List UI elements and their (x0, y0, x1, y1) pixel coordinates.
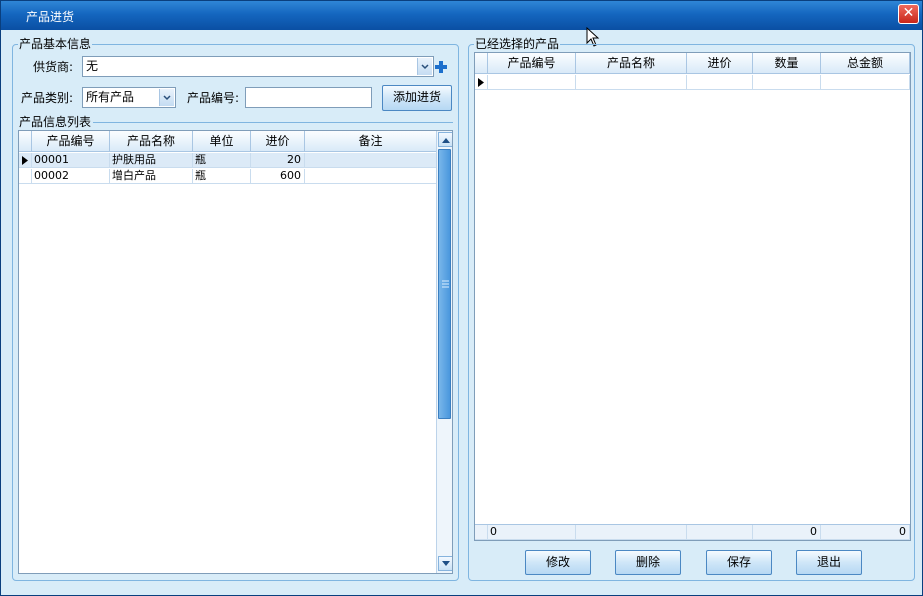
chevron-down-icon (441, 560, 450, 566)
cell-empty[interactable] (687, 75, 753, 90)
product-list-header: 产品编号 产品名称 单位 进价 备注 (19, 131, 437, 152)
row-pointer-icon (22, 155, 28, 165)
cell-product-code[interactable]: 00002 (32, 169, 110, 184)
cell-note[interactable] (305, 169, 437, 184)
supplier-select[interactable]: 无 (82, 56, 434, 77)
chevron-up-icon (441, 137, 450, 143)
delete-button[interactable]: 删除 (615, 550, 681, 575)
cell-note[interactable] (305, 153, 437, 168)
cell-product-name[interactable]: 护肤用品 (110, 153, 193, 168)
column-header[interactable]: 单位 (193, 131, 251, 152)
cell-empty[interactable] (821, 75, 910, 90)
selected-products-group: 已经选择的产品 产品编号 产品名称 进价 数量 总金额 0 0 0 修改 删除 … (468, 36, 915, 581)
cell-empty[interactable] (576, 75, 687, 90)
cell-unit[interactable]: 瓶 (193, 169, 251, 184)
scroll-down-button[interactable] (438, 556, 452, 571)
column-header[interactable]: 进价 (687, 53, 753, 74)
chevron-down-icon (163, 94, 171, 100)
column-header[interactable]: 产品编号 (488, 53, 576, 74)
row-header-corner (19, 131, 32, 152)
close-button[interactable]: ✕ (898, 4, 919, 24)
category-label: 产品类别: (21, 91, 74, 105)
product-list-divider (93, 122, 453, 123)
cell-unit[interactable]: 瓶 (193, 153, 251, 168)
row-header-corner (475, 53, 488, 74)
column-header[interactable]: 进价 (251, 131, 305, 152)
add-purchase-button[interactable]: 添加进货 (382, 85, 452, 111)
table-row[interactable]: 00002 增白产品 瓶 600 (19, 169, 437, 184)
footer-amount-total: 0 (821, 525, 910, 540)
plus-icon[interactable] (434, 60, 448, 74)
product-list-grid[interactable]: 产品编号 产品名称 单位 进价 备注 00001 护肤用品 瓶 20 00002… (18, 130, 453, 574)
category-value: 所有产品 (86, 90, 135, 104)
column-header[interactable]: 产品名称 (576, 53, 687, 74)
footer-name (576, 525, 687, 540)
close-icon: ✕ (902, 5, 915, 21)
selected-products-header: 产品编号 产品名称 进价 数量 总金额 (475, 53, 910, 74)
cell-product-name[interactable]: 增白产品 (110, 169, 193, 184)
selected-products-legend: 已经选择的产品 (474, 36, 561, 52)
row-pointer-icon (478, 77, 484, 87)
supplier-label: 供货商: (33, 60, 74, 74)
product-list-scrollbar[interactable] (436, 131, 452, 573)
cell-empty[interactable] (753, 75, 821, 90)
table-row[interactable]: 00001 护肤用品 瓶 20 (19, 153, 437, 168)
column-header[interactable]: 数量 (753, 53, 821, 74)
current-row-indicator (475, 75, 488, 89)
product-info-legend: 产品基本信息 (18, 36, 93, 52)
footer-price (687, 525, 753, 540)
product-purchase-window: 产品进货 ✕ 产品基本信息 供货商: 无 产品类别: 所有产品 产品编号: 添加… (0, 0, 923, 596)
cell-price[interactable]: 20 (251, 153, 305, 168)
footer-quantity-total: 0 (753, 525, 821, 540)
column-header[interactable]: 总金额 (821, 53, 910, 74)
supplier-value: 无 (86, 59, 99, 73)
scroll-thumb[interactable] (438, 149, 451, 419)
row-header (475, 525, 488, 539)
grip-icon (442, 280, 449, 288)
cell-product-code[interactable]: 00001 (32, 153, 110, 168)
exit-button[interactable]: 退出 (796, 550, 862, 575)
row-header (19, 169, 32, 183)
product-list-title: 产品信息列表 (19, 114, 94, 130)
scroll-up-button[interactable] (438, 132, 452, 147)
window-title: 产品进货 (26, 10, 75, 24)
title-bar[interactable]: 产品进货 ✕ (1, 1, 922, 30)
supplier-dropdown-arrow[interactable] (417, 58, 432, 75)
column-header[interactable]: 备注 (305, 131, 437, 152)
footer-count: 0 (488, 525, 576, 540)
product-info-group: 产品基本信息 供货商: 无 产品类别: 所有产品 产品编号: 添加进货 产品信息… (12, 36, 459, 581)
new-row[interactable] (475, 75, 910, 90)
column-header[interactable]: 产品编号 (32, 131, 110, 152)
summary-footer-row: 0 0 0 (475, 524, 910, 540)
column-header[interactable]: 产品名称 (110, 131, 193, 152)
selected-products-grid[interactable]: 产品编号 产品名称 进价 数量 总金额 0 0 0 (474, 52, 911, 541)
product-code-label: 产品编号: (187, 91, 240, 105)
product-code-input[interactable] (245, 87, 372, 108)
chevron-down-icon (421, 63, 429, 69)
save-button[interactable]: 保存 (706, 550, 772, 575)
cell-empty[interactable] (488, 75, 576, 90)
edit-button[interactable]: 修改 (525, 550, 591, 575)
category-dropdown-arrow[interactable] (159, 89, 174, 106)
category-select[interactable]: 所有产品 (82, 87, 176, 108)
cell-price[interactable]: 600 (251, 169, 305, 184)
current-row-indicator (19, 153, 32, 167)
